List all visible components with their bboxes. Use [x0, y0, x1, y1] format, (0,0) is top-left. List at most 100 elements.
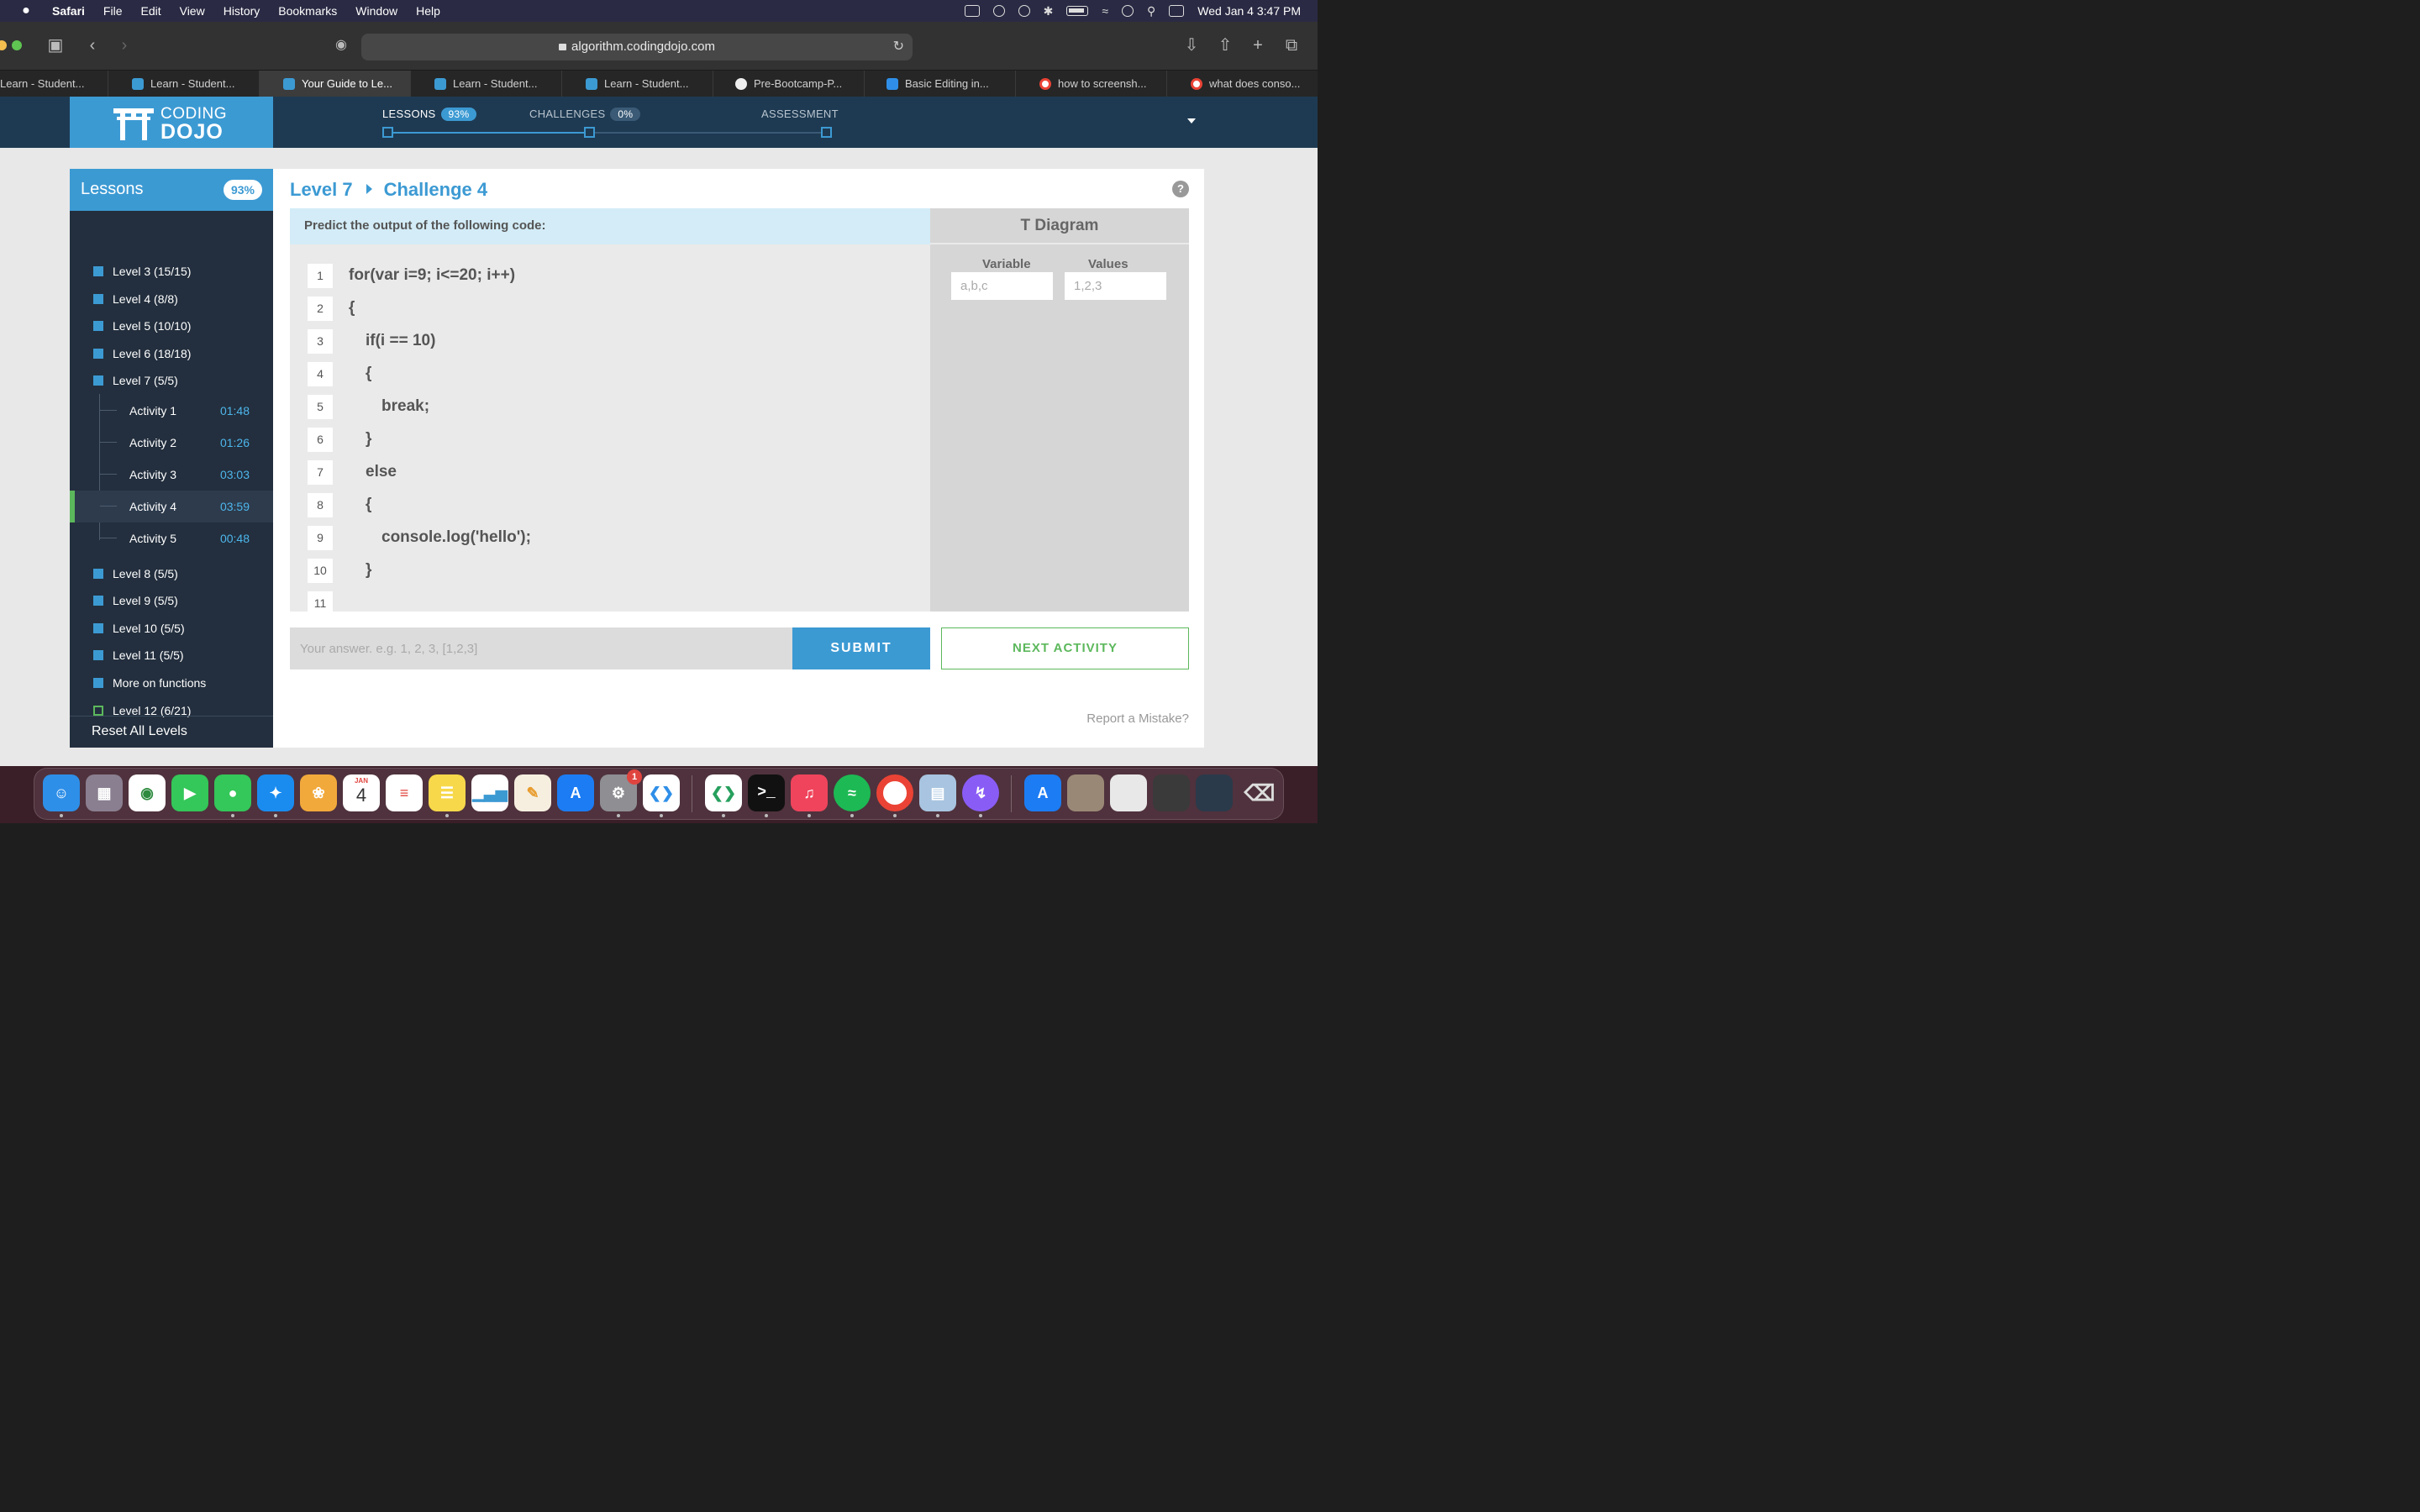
- reload-icon[interactable]: ↻: [893, 34, 904, 60]
- help-icon[interactable]: ?: [1172, 181, 1189, 197]
- music-icon[interactable]: ♫: [791, 774, 828, 811]
- sidebar-toggle-icon[interactable]: ▣: [45, 36, 66, 56]
- sidebar-item-activity-4-selected[interactable]: Activity 4 03:59: [70, 491, 273, 522]
- applications-folder-icon[interactable]: A: [1024, 774, 1061, 811]
- t-diagram-variable-input[interactable]: [951, 272, 1053, 300]
- tab-4[interactable]: Learn - Student...: [411, 71, 562, 97]
- zoom-window-icon[interactable]: [12, 40, 22, 50]
- sidebar-item-level-8[interactable]: Level 8 (5/5): [70, 560, 273, 587]
- breadcrumb-level[interactable]: Level 7: [290, 179, 353, 200]
- numbers-icon[interactable]: ▁▃▅: [471, 774, 508, 811]
- t-diagram-values-input[interactable]: [1065, 272, 1166, 300]
- tab-3-active[interactable]: Your Guide to Le...: [260, 71, 411, 97]
- tab-1[interactable]: Learn - Student...: [0, 71, 108, 97]
- sidebar-item-level-4[interactable]: Level 4 (8/8): [70, 286, 273, 312]
- menu-clock[interactable]: Wed Jan 4 3:47 PM: [1197, 4, 1301, 18]
- coding-dojo-logo[interactable]: CODING DOJO: [70, 97, 273, 148]
- sidebar-item-activity-2[interactable]: Activity 2 01:26: [70, 427, 273, 459]
- stack-documents-icon[interactable]: [1110, 774, 1147, 811]
- tab-5[interactable]: Learn - Student...: [562, 71, 713, 97]
- answer-input[interactable]: [290, 627, 792, 669]
- terminal-icon[interactable]: >_: [748, 774, 785, 811]
- vscode-insiders-icon[interactable]: ❮❯: [705, 774, 742, 811]
- status-app-icon[interactable]: [964, 5, 980, 17]
- tree-branch: [100, 410, 117, 411]
- sidebar-item-level-10[interactable]: Level 10 (5/5): [70, 615, 273, 642]
- tab-overview-icon[interactable]: ⧉: [1281, 36, 1302, 56]
- submit-button[interactable]: SUBMIT: [792, 627, 930, 669]
- sidebar-item-level-6[interactable]: Level 6 (18/18): [70, 340, 273, 367]
- menu-file[interactable]: File: [103, 4, 123, 18]
- privacy-shield-icon[interactable]: ◉: [331, 36, 351, 56]
- messages-icon[interactable]: ●: [214, 774, 251, 811]
- sidebar-item-level-7[interactable]: Level 7 (5/5): [70, 367, 273, 394]
- tab-8[interactable]: how to screensh...: [1016, 71, 1167, 97]
- app-store-icon[interactable]: A: [557, 774, 594, 811]
- airdrop-icon[interactable]: [1018, 5, 1030, 17]
- menu-view[interactable]: View: [180, 4, 205, 18]
- play-status-icon[interactable]: [992, 5, 1005, 17]
- system-settings-icon[interactable]: ⚙ 1: [600, 769, 642, 811]
- menu-edit[interactable]: Edit: [140, 4, 160, 18]
- apple-menu-icon[interactable]: ●: [18, 3, 34, 18]
- password-app-icon[interactable]: ◉: [129, 774, 166, 811]
- facetime-icon[interactable]: ▶: [171, 774, 208, 811]
- calendar-icon[interactable]: JAN 4: [343, 774, 380, 811]
- sidebar-item-level-9[interactable]: Level 9 (5/5): [70, 587, 273, 614]
- wifi-icon[interactable]: ≈: [1102, 4, 1108, 18]
- sidebar-item-activity-1[interactable]: Activity 1 01:48: [70, 395, 273, 427]
- stack-photos-icon[interactable]: [1067, 774, 1104, 811]
- progress-assessment[interactable]: ASSESSMENT: [761, 108, 839, 120]
- progress-lessons[interactable]: LESSONS 93%: [382, 108, 477, 121]
- reset-all-levels-button[interactable]: Reset All Levels: [70, 716, 273, 748]
- chrome-icon[interactable]: [876, 774, 913, 811]
- stack-downloads-icon[interactable]: [1196, 774, 1233, 811]
- share-icon[interactable]: ⇧: [1215, 36, 1235, 56]
- reminders-icon[interactable]: ≡: [386, 774, 423, 811]
- bluetooth-icon[interactable]: ✱: [1044, 4, 1054, 18]
- downloads-icon[interactable]: ⇩: [1181, 36, 1202, 56]
- next-activity-button[interactable]: NEXT ACTIVITY: [941, 627, 1189, 669]
- menu-bookmarks[interactable]: Bookmarks: [278, 4, 337, 18]
- battery-icon[interactable]: [1066, 6, 1089, 16]
- user-icon[interactable]: [1122, 5, 1134, 17]
- tab-2[interactable]: Learn - Student...: [108, 71, 260, 97]
- launchpad-icon[interactable]: ▦: [86, 774, 123, 811]
- minimize-window-icon[interactable]: [0, 40, 7, 50]
- menu-app-name[interactable]: Safari: [52, 4, 85, 18]
- safari-icon[interactable]: ✦: [257, 774, 294, 811]
- notes-icon[interactable]: ☰: [429, 774, 466, 811]
- address-bar[interactable]: algorithm.codingdojo.com ↻: [361, 34, 913, 60]
- progress-challenges[interactable]: CHALLENGES 0%: [529, 108, 641, 121]
- spotlight-search-icon[interactable]: ⚲: [1147, 4, 1155, 18]
- messenger-icon[interactable]: ↯: [962, 774, 999, 811]
- pages-icon[interactable]: ✎: [514, 774, 551, 811]
- new-tab-icon[interactable]: +: [1248, 36, 1268, 56]
- photos-icon[interactable]: ❀: [300, 774, 337, 811]
- t-diagram-values-label: Values: [1088, 257, 1128, 271]
- back-icon[interactable]: ‹: [82, 36, 103, 56]
- tab-9[interactable]: what does conso...: [1167, 71, 1318, 97]
- menu-window[interactable]: Window: [355, 4, 397, 18]
- sidebar-item-activity-3[interactable]: Activity 3 03:03: [70, 459, 273, 491]
- vscode-icon[interactable]: ❮❯: [643, 774, 680, 811]
- sidebar-item-more-on-functions[interactable]: More on functions: [70, 669, 273, 696]
- preview-icon[interactable]: ▤: [919, 774, 956, 811]
- level-complete-icon: [93, 678, 103, 688]
- tab-7[interactable]: Basic Editing in...: [865, 71, 1016, 97]
- forward-icon[interactable]: ›: [114, 36, 134, 56]
- sidebar-item-level-5[interactable]: Level 5 (10/10): [70, 312, 273, 339]
- sidebar-item-activity-5[interactable]: Activity 5 00:48: [70, 522, 273, 554]
- spotify-icon[interactable]: ≈: [834, 774, 871, 811]
- menu-help[interactable]: Help: [416, 4, 440, 18]
- report-mistake-link[interactable]: Report a Mistake?: [1086, 711, 1189, 726]
- user-menu-chevron-down-icon[interactable]: [1187, 118, 1196, 123]
- sidebar-item-level-11[interactable]: Level 11 (5/5): [70, 642, 273, 669]
- finder-icon[interactable]: ☺: [43, 774, 80, 811]
- tab-6[interactable]: Pre-Bootcamp-P...: [713, 71, 865, 97]
- stack-screenshots-icon[interactable]: [1153, 774, 1190, 811]
- menu-history[interactable]: History: [224, 4, 260, 18]
- trash-icon[interactable]: ⌫: [1241, 774, 1278, 811]
- sidebar-item-level-3[interactable]: Level 3 (15/15): [70, 258, 273, 285]
- control-center-icon[interactable]: [1169, 5, 1185, 17]
